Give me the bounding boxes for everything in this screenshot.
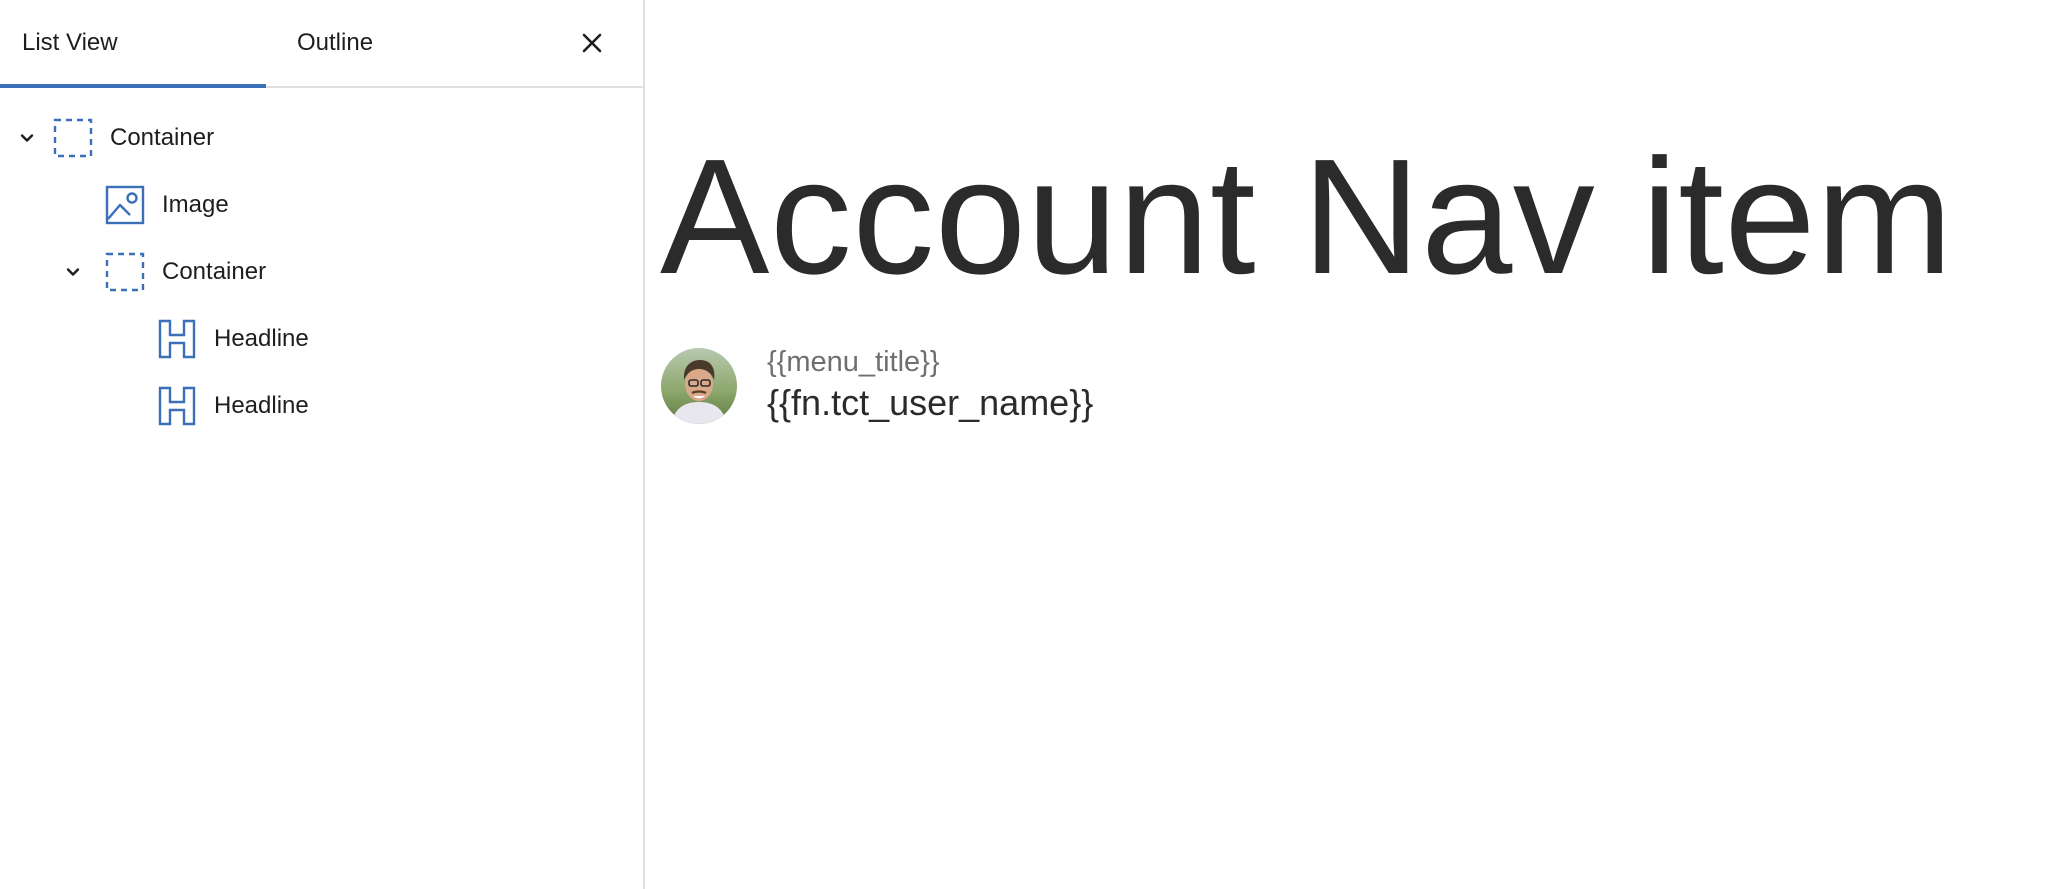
image-icon	[105, 185, 145, 225]
close-icon	[582, 33, 602, 53]
menu-title: {{menu_title}}	[767, 346, 940, 378]
tree-item-label: Container	[110, 124, 215, 151]
headline-icon	[157, 386, 197, 426]
editor-canvas: Account Nav item {{menu_title}} {{fn.tct…	[645, 0, 2048, 889]
tab-list-view-label: List View	[22, 29, 118, 56]
tree-item-label: Headline	[214, 325, 309, 352]
container-icon	[105, 252, 145, 292]
tab-outline[interactable]: Outline	[297, 0, 373, 86]
chevron-down-icon[interactable]	[64, 263, 82, 281]
tree-item-container[interactable]: Container	[0, 242, 643, 302]
tree-item-headline[interactable]: Headline	[0, 376, 643, 436]
tree-item-label: Container	[162, 258, 267, 285]
chevron-down-icon[interactable]	[18, 129, 36, 147]
headline-icon	[157, 319, 197, 359]
panel-tabs: List View Outline	[0, 0, 643, 88]
tab-outline-label: Outline	[297, 29, 374, 56]
user-name: {{fn.tct_user_name}}	[767, 382, 1094, 423]
tree-item-label: Headline	[214, 392, 309, 419]
tree-item-image[interactable]: Image	[0, 175, 643, 235]
tree-item-headline[interactable]: Headline	[0, 309, 643, 369]
editor-app: List View Outline Container Image Contai…	[0, 0, 2048, 889]
tree-item-label: Image	[162, 191, 229, 218]
page-title[interactable]: Account Nav item	[660, 135, 1953, 299]
user-avatar[interactable]	[661, 348, 737, 424]
tree-item-container[interactable]: Container	[0, 108, 643, 168]
active-tab-indicator	[0, 84, 266, 88]
container-icon	[53, 118, 93, 158]
close-panel-button[interactable]	[572, 26, 612, 60]
tab-list-view[interactable]: List View	[22, 0, 118, 86]
list-view-panel: List View Outline Container Image Contai…	[0, 0, 645, 889]
